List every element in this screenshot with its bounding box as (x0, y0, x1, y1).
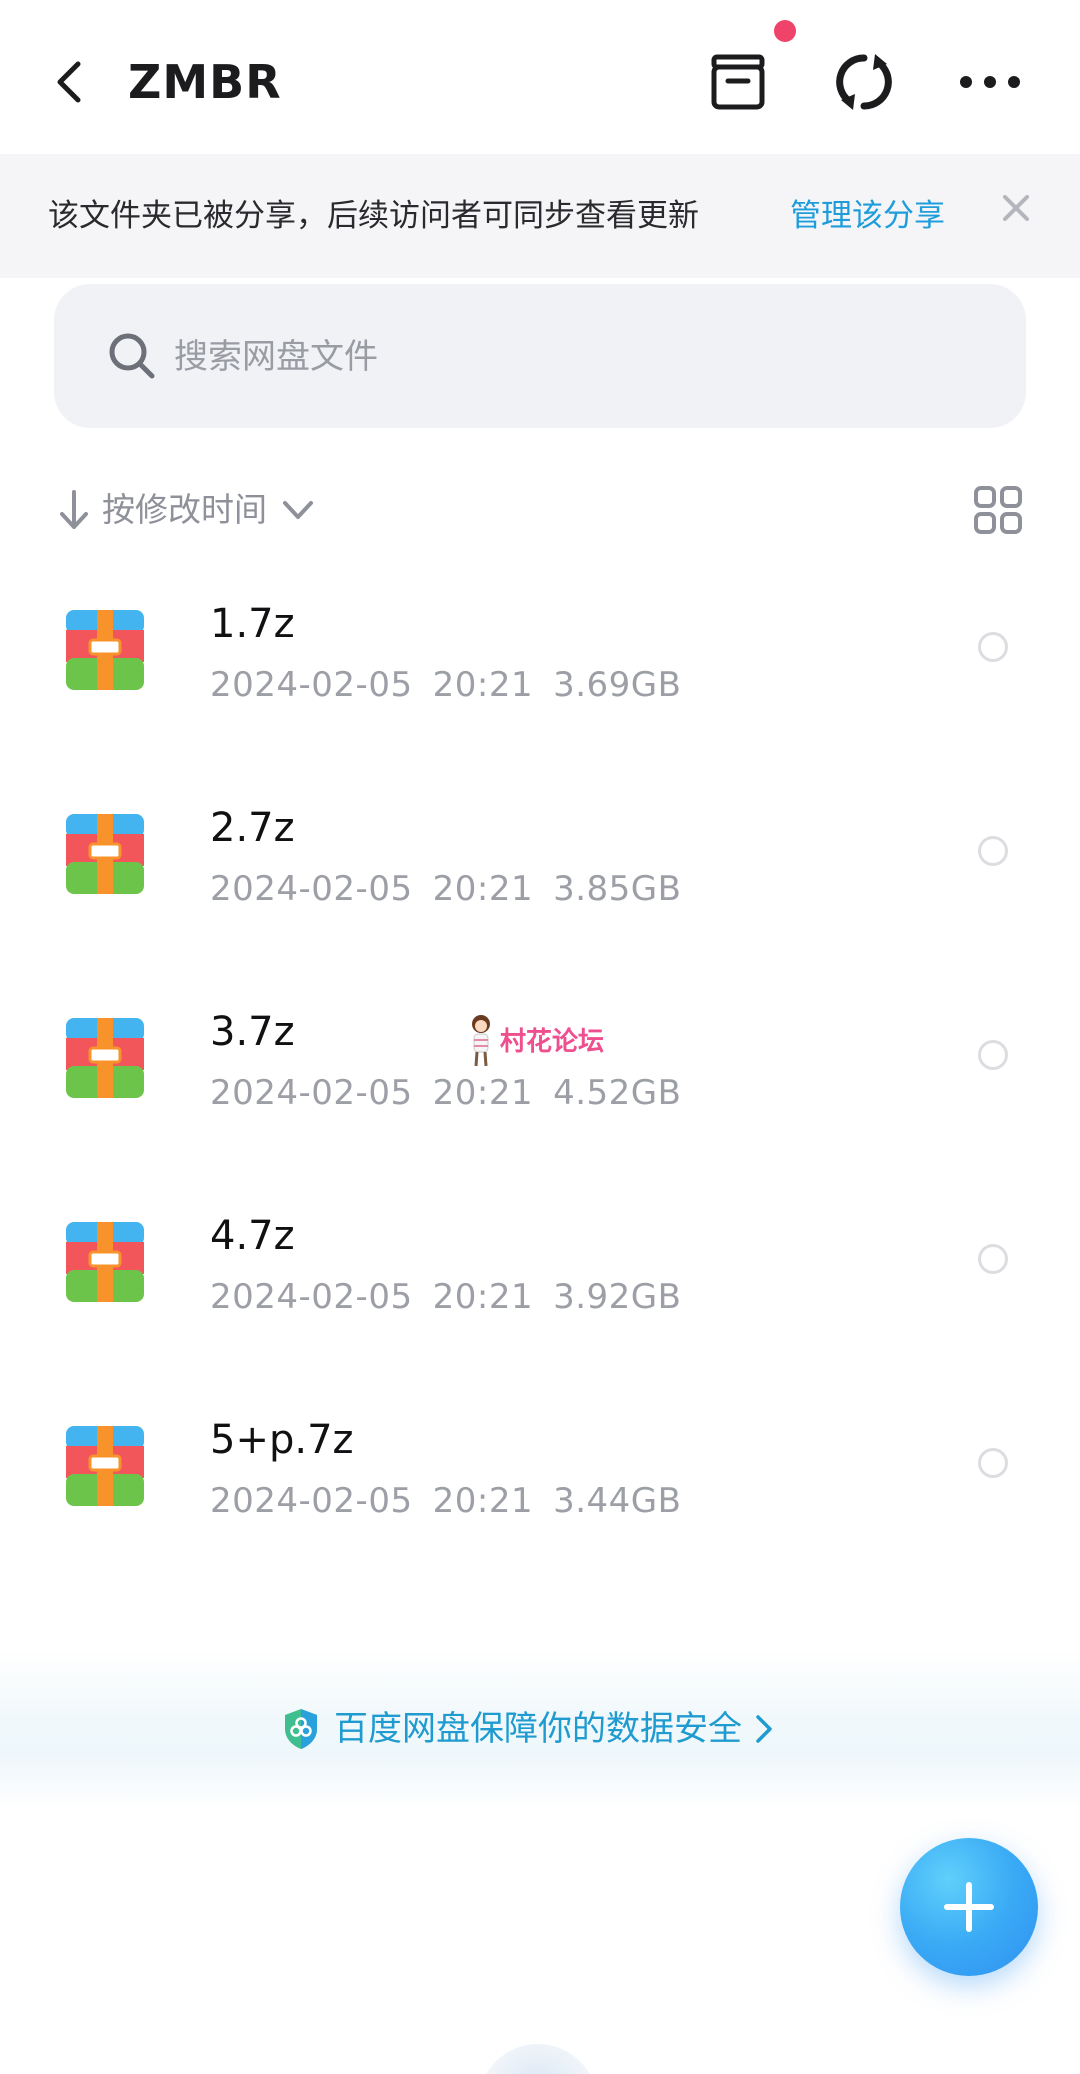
file-time: 20:21 (432, 1073, 534, 1113)
file-name: 5+p.7z (210, 1417, 354, 1463)
file-size: 3.85GB (553, 869, 682, 909)
girl-figure-icon (472, 1015, 490, 1067)
file-meta: 2024-02-05 20:21 4.52GB (210, 1068, 701, 1118)
archive-file-icon (66, 1426, 144, 1506)
arrow-down-icon (60, 490, 88, 529)
file-meta: 2024-02-05 20:21 3.44GB (210, 1476, 701, 1526)
security-banner[interactable]: 百度网盘保障你的数据安全 (0, 1650, 1080, 1810)
file-size: 4.52GB (553, 1073, 682, 1113)
search-input[interactable] (172, 318, 976, 396)
archive-file-icon (66, 1222, 144, 1302)
file-meta: 2024-02-05 20:21 3.69GB (210, 660, 701, 710)
file-size: 3.92GB (553, 1277, 682, 1317)
list-item[interactable]: 2.7z 2024-02-05 20:21 3.85GB (0, 764, 1080, 968)
select-radio[interactable] (978, 1244, 1008, 1274)
security-text: 百度网盘保障你的数据安全 (334, 1709, 742, 1749)
grid-view-toggle[interactable] (972, 484, 1024, 536)
back-button[interactable] (40, 42, 100, 122)
file-date: 2024-02-05 (210, 1481, 413, 1521)
chevron-right-icon (756, 1715, 772, 1743)
page-title: ZMBR (128, 55, 282, 109)
notification-dot (774, 20, 796, 42)
archive-box-icon (711, 54, 765, 110)
file-size: 3.69GB (553, 665, 682, 705)
file-date: 2024-02-05 (210, 1073, 413, 1113)
select-radio[interactable] (978, 1448, 1008, 1478)
select-radio[interactable] (978, 1040, 1008, 1070)
archive-button[interactable] (696, 40, 780, 124)
file-name: 4.7z (210, 1213, 295, 1259)
search-icon (109, 333, 155, 379)
select-radio[interactable] (978, 836, 1008, 866)
search-bar[interactable] (54, 284, 1026, 428)
file-time: 20:21 (432, 1481, 534, 1521)
share-notice-text: 该文件夹已被分享，后续访问者可同步查看更新 (48, 198, 699, 234)
archive-file-icon (66, 1018, 144, 1098)
file-date: 2024-02-05 (210, 1277, 413, 1317)
file-name: 1.7z (210, 601, 295, 647)
file-date: 2024-02-05 (210, 869, 413, 909)
bottom-assistant-peek[interactable] (478, 2044, 598, 2074)
file-name: 2.7z (210, 805, 295, 851)
file-meta: 2024-02-05 20:21 3.85GB (210, 864, 701, 914)
archive-file-icon (66, 814, 144, 894)
list-item[interactable]: 1.7z 2024-02-05 20:21 3.69GB (0, 560, 1080, 764)
file-time: 20:21 (432, 1277, 534, 1317)
sync-button[interactable] (822, 40, 906, 124)
top-bar: ZMBR (0, 0, 1080, 154)
grid-view-icon (974, 486, 1022, 534)
chevron-down-icon (283, 501, 313, 519)
list-item[interactable]: 4.7z 2024-02-05 20:21 3.92GB (0, 1172, 1080, 1376)
sort-selector[interactable]: 按修改时间 (56, 478, 317, 542)
watermark: 村花论坛 (464, 1012, 604, 1072)
close-banner-button[interactable] (994, 186, 1038, 230)
manage-share-link[interactable]: 管理该分享 (790, 194, 945, 238)
file-time: 20:21 (432, 869, 534, 909)
select-radio[interactable] (978, 632, 1008, 662)
close-icon (1003, 195, 1029, 221)
more-button[interactable] (948, 40, 1032, 124)
sort-label: 按修改时间 (102, 490, 267, 529)
list-item[interactable]: 5+p.7z 2024-02-05 20:21 3.44GB (0, 1376, 1080, 1580)
share-notice-banner: 该文件夹已被分享，后续访问者可同步查看更新 管理该分享 (0, 154, 1080, 278)
chevron-left-icon (57, 61, 81, 103)
file-date: 2024-02-05 (210, 665, 413, 705)
shield-icon (285, 1709, 317, 1749)
more-horizontal-icon (960, 76, 1020, 88)
file-name: 3.7z (210, 1009, 295, 1055)
security-link[interactable]: 百度网盘保障你的数据安全 (282, 1704, 776, 1754)
watermark-text: 村花论坛 (500, 1027, 605, 1057)
add-button[interactable] (900, 1838, 1038, 1976)
plus-icon (944, 1882, 994, 1932)
sync-icon (836, 54, 892, 110)
file-meta: 2024-02-05 20:21 3.92GB (210, 1272, 701, 1322)
file-size: 3.44GB (553, 1481, 682, 1521)
file-time: 20:21 (432, 665, 534, 705)
file-browser-screen: ZMBR 该文件夹已被分享，后续访问者可同步查看更新 管理该分享 搜索网盘文件 … (0, 0, 1080, 2074)
archive-file-icon (66, 610, 144, 690)
